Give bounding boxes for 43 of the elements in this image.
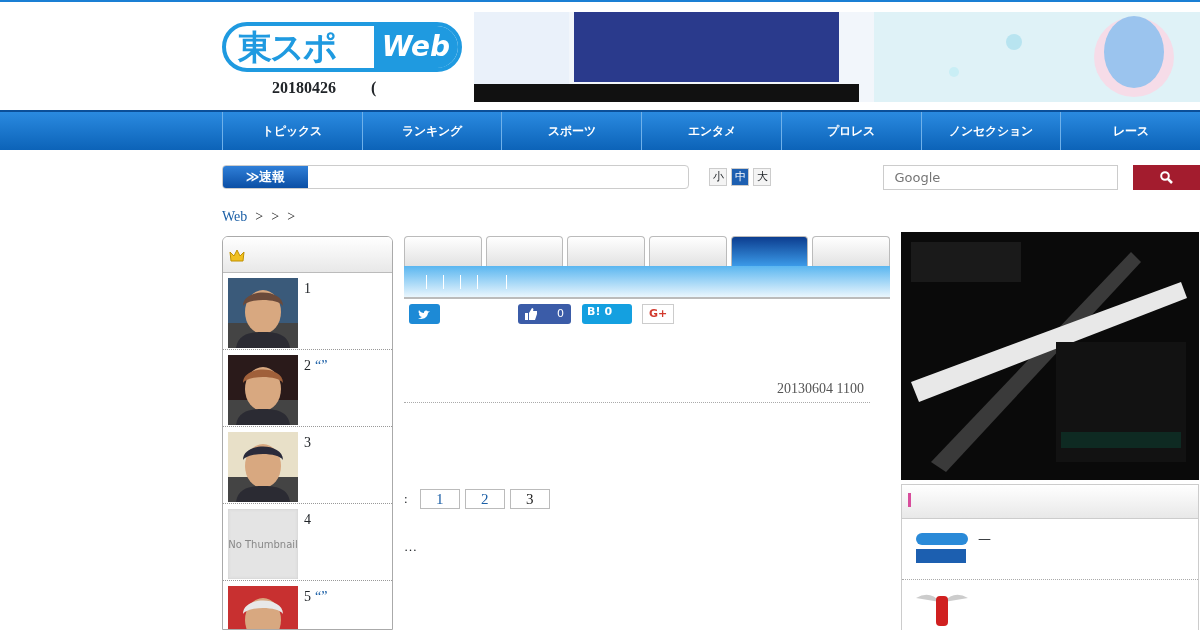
search-icon xyxy=(1160,171,1174,185)
date-text: 20180426 xyxy=(272,78,336,98)
breadcrumb-separator: > xyxy=(255,208,264,226)
nav-link[interactable]: レース xyxy=(1060,112,1200,150)
rank-number: 3 xyxy=(304,435,311,450)
like-button[interactable]: 0 xyxy=(518,304,571,324)
page-link[interactable]: 1 xyxy=(419,489,460,509)
crown-icon xyxy=(229,249,245,262)
page-link[interactable]: 3 xyxy=(509,489,550,509)
rank-number: 2 xyxy=(304,358,311,373)
rank-number: 5 xyxy=(304,589,311,604)
article-link[interactable]: “” xyxy=(315,358,328,373)
article-link[interactable]: “” xyxy=(315,589,328,604)
ellipsis-text: … xyxy=(404,539,417,554)
date-suffix: ( xyxy=(371,78,377,99)
nav-link[interactable]: ランキング xyxy=(361,112,502,150)
rank-number: 4 xyxy=(304,512,311,527)
nav-link[interactable]: プロレス xyxy=(780,112,921,150)
breadcrumb-separator: > xyxy=(287,208,296,226)
rank-number: 1 xyxy=(304,281,311,296)
page-link[interactable]: 2 xyxy=(464,489,505,509)
nav-link[interactable]: トピックス xyxy=(222,112,362,150)
pagination-label: : xyxy=(404,490,408,509)
nav-link[interactable]: スポーツ xyxy=(501,112,642,150)
accent-bar xyxy=(908,493,911,507)
google-plus-button[interactable]: G+ xyxy=(642,304,674,324)
breadcrumb-link[interactable]: Web xyxy=(222,206,248,227)
search-field[interactable]: Google xyxy=(883,164,1119,190)
article-date: 20130604 1100 xyxy=(777,381,864,396)
search-button[interactable] xyxy=(1133,164,1200,190)
twitter-button[interactable] xyxy=(409,304,440,324)
nav-link[interactable]: ノンセクション xyxy=(920,112,1061,150)
thumbnail-placeholder-image: No Thumbnail xyxy=(228,509,298,579)
breadcrumb-separator: > xyxy=(271,208,280,226)
font-size-button[interactable]: 小 xyxy=(709,168,728,186)
font-size-button[interactable]: 中 xyxy=(731,168,750,186)
thumbs-up-icon xyxy=(525,308,537,320)
nav-link[interactable]: エンタメ xyxy=(641,112,781,150)
font-size-button[interactable]: 大 xyxy=(753,168,772,186)
dash-text: — xyxy=(978,530,991,548)
breaking-news-label: ≫速報 xyxy=(223,166,308,188)
tab[interactable] xyxy=(730,236,809,266)
bird-icon xyxy=(418,308,431,320)
